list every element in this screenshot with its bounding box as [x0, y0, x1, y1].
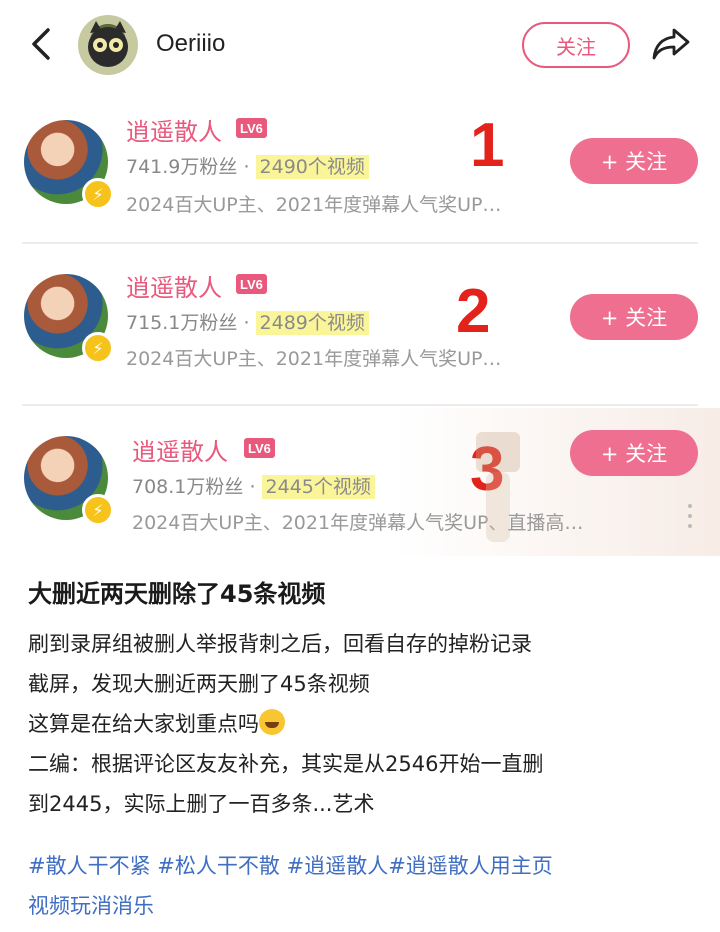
user-name[interactable]: 逍遥散人 [126, 268, 222, 303]
post-line: 刷到录屏组被删人举报背刺之后，回看自存的掉粉记录 [28, 632, 532, 656]
user-description: 2024百大UP主、2021年度弹幕人气奖UP… [126, 194, 502, 216]
marker-number: 2 [456, 277, 491, 346]
user-card-2[interactable]: ⚡ 逍遥散人 LV6 715.1万粉丝 · 2489个视频 2024百大UP主、… [0, 248, 720, 404]
follow-button[interactable]: + 关注 [570, 430, 698, 476]
video-count: 2490个视频 [255, 155, 369, 179]
fans-count: 741.9万粉丝 [126, 156, 238, 178]
decorative-figure-icon [476, 432, 520, 542]
user-name[interactable]: 逍遥散人 [126, 112, 222, 147]
marker-number: 1 [470, 111, 505, 180]
fans-count: 715.1万粉丝 [126, 312, 238, 334]
share-icon[interactable] [650, 24, 692, 64]
stats-separator: · [249, 476, 256, 498]
hashtag[interactable]: #逍遥散人 [287, 854, 389, 878]
user-description: 2024百大UP主、2021年度弹幕人气奖UP… [126, 348, 502, 370]
follow-button[interactable]: + 关注 [570, 294, 698, 340]
hashtag[interactable]: #散人干不紧 [28, 854, 151, 878]
rofl-emoji-icon [259, 709, 285, 735]
user-card-1[interactable]: ⚡ 逍遥散人 LV6 741.9万粉丝 · 2490个视频 2024百大UP主、… [0, 92, 720, 242]
hashtag-continuation[interactable]: 视频玩消消乐 [28, 894, 154, 918]
lightning-badge-icon: ⚡ [82, 178, 114, 210]
post-body: 刷到录屏组被删人举报背刺之后，回看自存的掉粉记录 截屏，发现大删近两天删了45条… [28, 624, 698, 824]
divider [22, 242, 698, 244]
post-line: 这算是在给大家划重点吗 [28, 704, 698, 744]
fans-count: 708.1万粉丝 [132, 476, 244, 498]
user-stats: 741.9万粉丝 · 2490个视频 [126, 152, 369, 179]
video-count: 2489个视频 [255, 311, 369, 335]
author-avatar[interactable] [78, 15, 138, 75]
follow-author-button[interactable]: 关注 [522, 22, 630, 68]
back-arrow-icon[interactable] [26, 26, 56, 62]
hashtag[interactable]: #逍遥散人用主页 [388, 854, 553, 878]
user-stats: 708.1万粉丝 · 2445个视频 [132, 472, 375, 499]
user-avatar[interactable]: ⚡ [24, 436, 114, 526]
top-bar: Oeriiio 关注 [0, 0, 720, 90]
hashtag-list: #散人干不紧 #松人干不散 #逍遥散人#逍遥散人用主页 视频玩消消乐 [28, 846, 698, 926]
post-line: 到2445，实际上删了一百多条...艺术 [28, 792, 375, 816]
stats-separator: · [243, 312, 250, 334]
lightning-badge-icon: ⚡ [82, 332, 114, 364]
level-badge: LV6 [244, 438, 275, 458]
cat-avatar-icon [88, 21, 128, 67]
level-badge: LV6 [236, 274, 267, 294]
more-options-icon[interactable] [686, 504, 694, 528]
author-username[interactable]: Oeriiio [156, 30, 225, 58]
video-count: 2445个视频 [261, 475, 375, 499]
follow-button[interactable]: + 关注 [570, 138, 698, 184]
user-avatar[interactable]: ⚡ [24, 274, 114, 364]
user-name[interactable]: 逍遥散人 [132, 432, 228, 467]
user-avatar[interactable]: ⚡ [24, 120, 114, 210]
post-line-text: 这算是在给大家划重点吗 [28, 712, 259, 736]
post-line: 截屏，发现大删近两天删了45条视频 [28, 672, 370, 696]
post-title: 大删近两天删除了45条视频 [28, 580, 326, 608]
divider [22, 404, 698, 406]
level-badge: LV6 [236, 118, 267, 138]
user-stats: 715.1万粉丝 · 2489个视频 [126, 308, 369, 335]
stats-separator: · [243, 156, 250, 178]
user-card-3[interactable]: ⚡ 逍遥散人 LV6 708.1万粉丝 · 2445个视频 2024百大UP主、… [0, 408, 720, 556]
lightning-badge-icon: ⚡ [82, 494, 114, 526]
hashtag[interactable]: #松人干不散 [157, 854, 280, 878]
post-line: 二编：根据评论区友友补充，其实是从2546开始一直删 [28, 752, 544, 776]
